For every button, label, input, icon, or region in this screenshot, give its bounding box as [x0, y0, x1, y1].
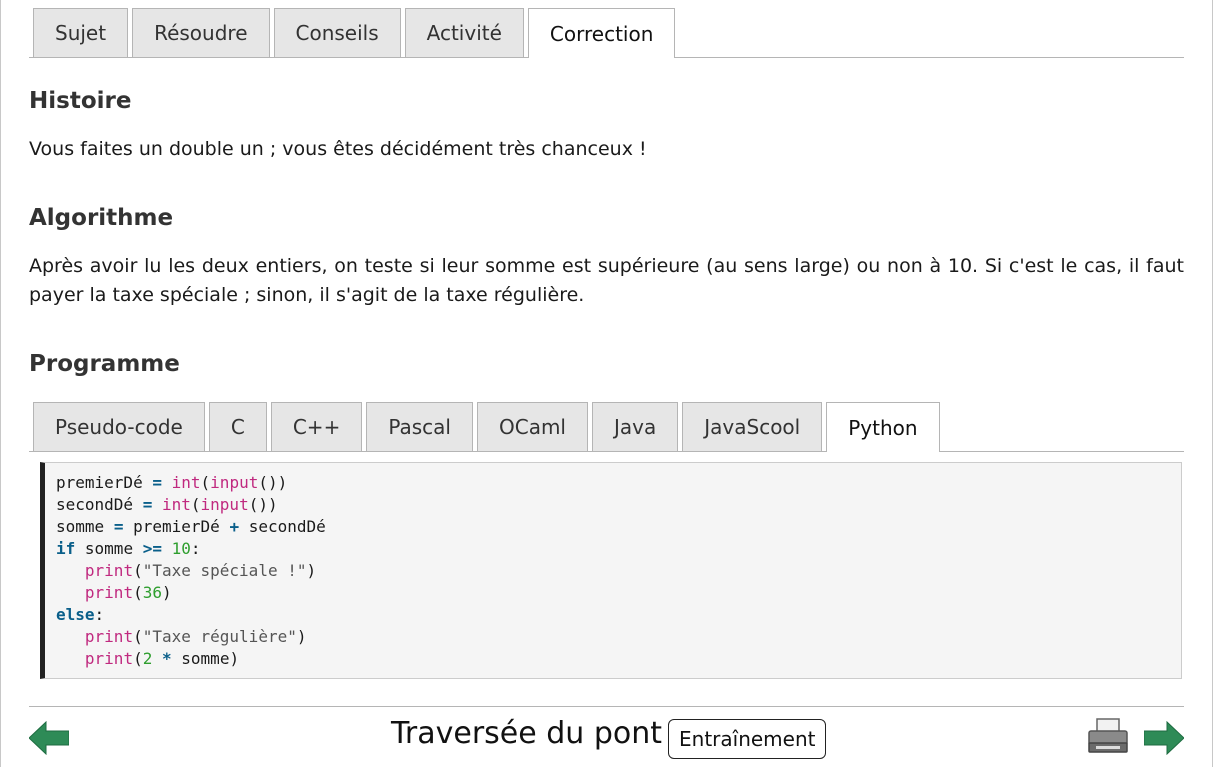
arrow-right-icon — [1143, 720, 1185, 756]
code-line: secondDé = int(input()) — [56, 495, 278, 514]
code-block[interactable]: premierDé = int(input()) secondDé = int(… — [40, 462, 1182, 679]
language-tabs: Pseudo-code C C++ Pascal OCaml Java Java… — [29, 402, 1184, 452]
tab-activite[interactable]: Activité — [404, 8, 524, 57]
print-button[interactable] — [1087, 718, 1129, 754]
tab-cpp[interactable]: C++ — [270, 402, 363, 451]
tab-correction[interactable]: Correction — [527, 8, 676, 58]
arrow-left-icon — [28, 720, 70, 756]
tab-sujet[interactable]: Sujet — [33, 8, 129, 57]
code-line: premierDé = int(input()) — [56, 473, 288, 492]
history-text: Vous faites un double un ; vous êtes déc… — [29, 138, 647, 160]
algorithm-text: Après avoir lu les deux entiers, on test… — [29, 255, 1184, 306]
code-line: somme = premierDé + secondDé — [56, 517, 326, 536]
tab-pascal[interactable]: Pascal — [366, 402, 473, 451]
exercise-title: Traversée du pont — [391, 716, 663, 751]
previous-button[interactable] — [28, 720, 70, 756]
tab-java[interactable]: Java — [592, 402, 679, 451]
section-title-history: Histoire — [29, 88, 132, 114]
printer-icon — [1088, 718, 1128, 753]
tab-python[interactable]: Python — [826, 402, 940, 452]
tab-resoudre[interactable]: Résoudre — [132, 8, 270, 57]
code-line: print(36) — [84, 583, 172, 602]
tab-pseudo-code[interactable]: Pseudo-code — [33, 402, 205, 451]
section-title-algorithm: Algorithme — [29, 205, 174, 231]
level-badge[interactable]: Entraînement — [668, 719, 827, 759]
code-line: if somme >= 10: — [56, 539, 201, 558]
tab-c[interactable]: C — [208, 402, 267, 451]
tab-conseils[interactable]: Conseils — [273, 8, 401, 57]
tab-javascool[interactable]: JavaScool — [682, 402, 823, 451]
tab-ocaml[interactable]: OCaml — [476, 402, 588, 451]
code-line: print("Taxe spéciale !") — [84, 561, 317, 580]
code-line: print("Taxe régulière") — [84, 627, 307, 646]
main-tabs: Sujet Résoudre Conseils Activité Correct… — [29, 8, 1184, 58]
section-title-program: Programme — [29, 351, 180, 377]
footer-divider — [29, 706, 1184, 707]
code-line: print(2 * somme) — [84, 649, 240, 668]
next-button[interactable] — [1143, 720, 1185, 756]
code-line: else: — [56, 605, 105, 624]
